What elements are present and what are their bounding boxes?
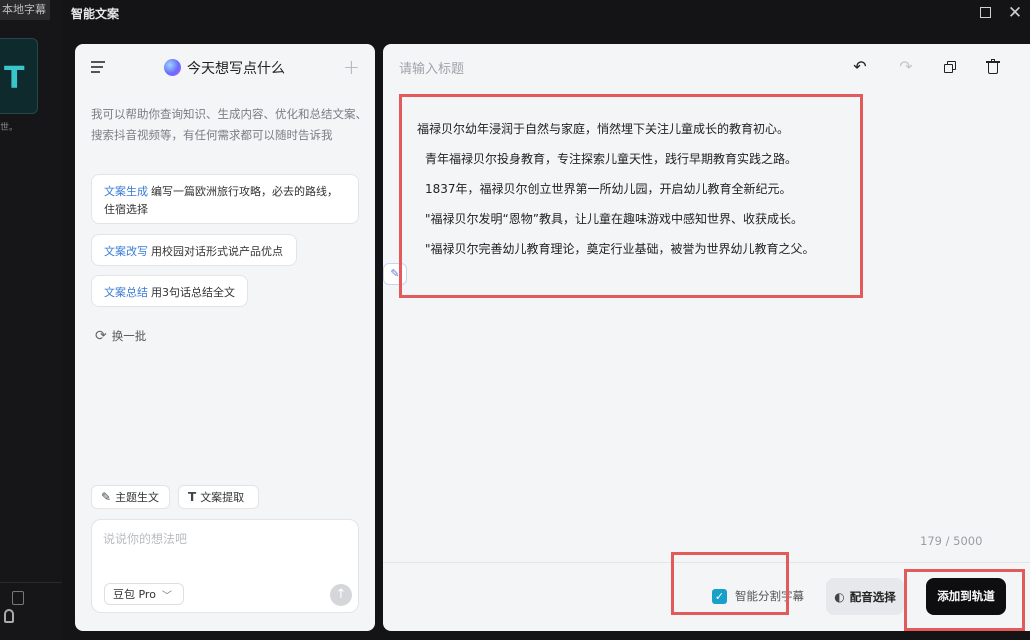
split-icon[interactable] [12,591,24,605]
background-bottom-tools [0,582,62,640]
paragraph[interactable]: 青年福禄贝尔投身教育，专注探索儿童天性，践行早期教育实践之路。 [417,144,867,174]
refresh-icon: ⟳ [95,328,107,344]
assistant-orb-icon [164,59,181,76]
menu-icon[interactable] [91,61,105,73]
divider [383,562,1030,563]
suggestion-card[interactable]: 文案生成 编写一篇欧洲旅行攻略，必去的路线，住宿选择 [91,174,359,224]
voice-select-button[interactable]: ◐ 配音选择 [826,578,904,615]
chip-label: 主题生文 [115,491,160,504]
smart-copy-dialog: 智能文案 ✕ 今天想写点什么 + 我可以帮助你查询知识、生成内容、优化和总结文案… [62,0,1030,640]
magic-pen-icon: ✎ [101,490,112,504]
window-title: 智能文案 [71,6,120,21]
document-body[interactable]: 福禄贝尔幼年浸润于自然与家庭，悄然埋下关注儿童成长的教育初心。 青年福禄贝尔投身… [417,114,867,264]
paragraph[interactable]: "福禄贝尔发明“恩物”教具，让儿童在趣味游戏中感知世界、收获成长。 [417,204,867,234]
trash-icon [986,59,1000,74]
copy-button[interactable] [939,56,961,78]
smart-split-toggle[interactable]: ✓ 智能分割字幕 [712,588,804,604]
suggestion-card[interactable]: 文案改写 用校园对话形式说产品优点 [91,234,297,266]
background-app-strip: 本地字幕 T 世。 [0,0,62,640]
new-chat-button[interactable]: + [343,55,360,79]
topic-generate-chip[interactable]: ✎ 主题生文 [91,485,170,509]
titlebar: 智能文案 [62,0,1030,26]
text-t-icon: T [4,61,25,96]
paragraph[interactable]: "福禄贝尔完善幼儿教育理论，奠定行业基础，被誉为世界幼儿教育之父。 [417,234,867,264]
redo-button[interactable]: ↷ [895,56,917,78]
paragraph[interactable]: 福禄贝尔幼年浸润于自然与家庭，悄然埋下关注儿童成长的教育初心。 [417,114,867,144]
chevron-down-icon: ﹀ [161,590,172,602]
paragraph[interactable]: 1837年，福禄贝尔创立世界第一所幼儿园，开启幼儿教育全新纪元。 [417,174,867,204]
prompt-input-box: 豆包 Pro ﹀ ↑ [91,519,359,613]
background-text-thumbnail[interactable]: T [0,38,38,114]
assistant-panel: 今天想写点什么 + 我可以帮助你查询知识、生成内容、优化和总结文案、搜索抖音视频… [75,44,375,631]
editor-panel: ↶ ↷ 福禄贝尔幼年浸润于自然与家庭，悄然埋下关注儿童成长的教育初心。 青年福禄… [383,44,1030,631]
background-caption: 世。 [0,123,19,133]
suggestion-text: 用校园对话形式说产品优点 [151,245,283,258]
background-tab[interactable]: 本地字幕 [0,0,50,20]
voice-label: 配音选择 [849,589,896,604]
char-counter: 179 / 5000 [920,534,983,548]
model-label: 豆包 Pro [113,588,156,601]
add-to-track-button[interactable]: 添加到轨道 [926,578,1006,615]
text-icon: T [188,490,197,504]
refresh-suggestions-button[interactable]: ⟳ 换一批 [95,328,146,344]
maximize-button[interactable] [976,4,994,22]
maximize-icon [979,7,991,18]
voice-icon: ◐ [834,589,845,604]
assistant-heading: 今天想写点什么 [187,61,285,77]
chip-label: 文案提取 [200,491,245,504]
title-input[interactable] [399,58,819,80]
model-select[interactable]: 豆包 Pro ﹀ [104,583,184,605]
copy-icon [944,61,956,73]
suggestion-tag: 文案生成 [104,185,148,198]
suggestion-card[interactable]: 文案总结 用3句话总结全文 [91,275,248,307]
suggestion-tag: 文案总结 [104,286,148,299]
undo-button[interactable]: ↶ [849,56,871,78]
ai-edit-icon[interactable]: ✎ [383,263,407,285]
suggestion-text: 用3句话总结全文 [151,286,235,299]
assistant-intro: 我可以帮助你查询知识、生成内容、优化和总结文案、搜索抖音视频等，有任何需求都可以… [91,107,367,142]
prompt-input[interactable] [103,530,343,570]
delete-button[interactable] [982,56,1004,78]
refresh-label: 换一批 [111,329,147,343]
smart-split-label: 智能分割字幕 [735,589,804,603]
checkbox-checked-icon[interactable]: ✓ [712,588,727,604]
close-button[interactable]: ✕ [1006,4,1024,22]
send-button[interactable]: ↑ [330,584,352,606]
text-extract-chip[interactable]: T 文案提取 [178,485,259,509]
playhead-icon[interactable] [4,609,14,623]
suggestion-tag: 文案改写 [104,245,148,258]
